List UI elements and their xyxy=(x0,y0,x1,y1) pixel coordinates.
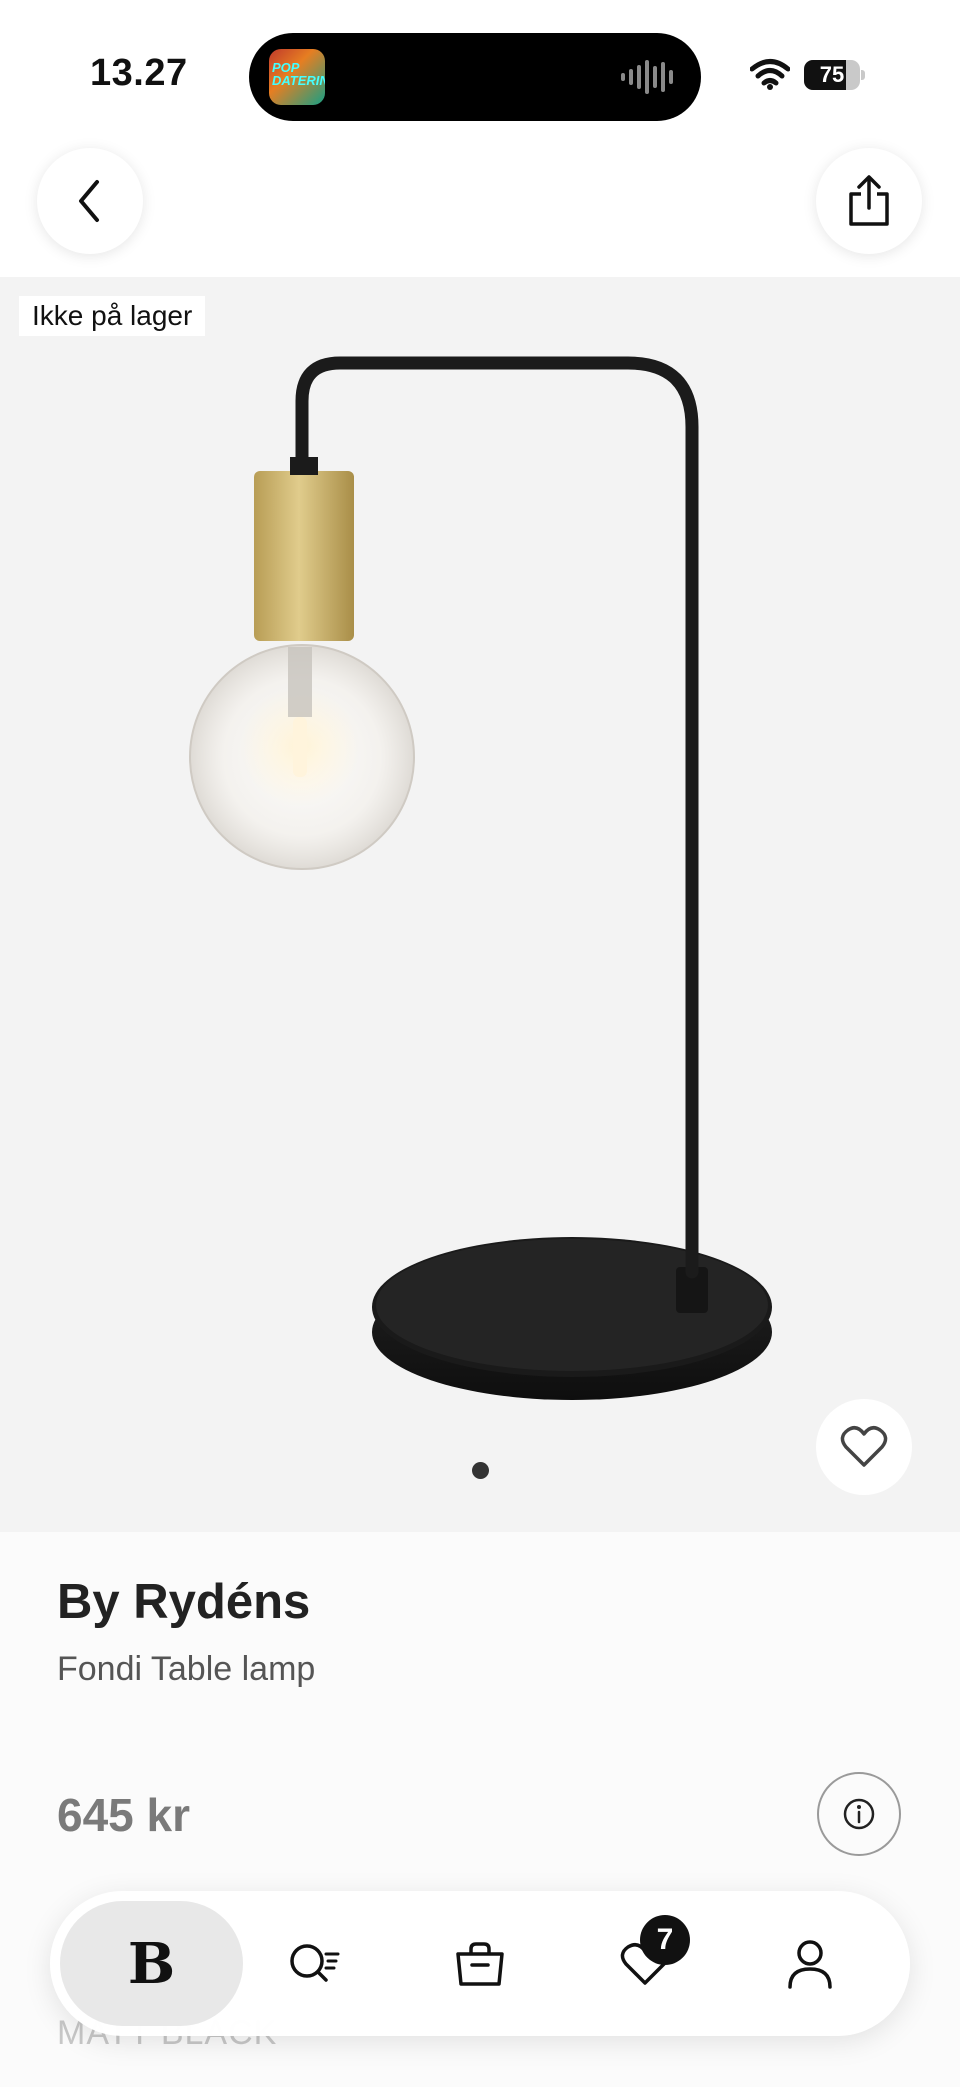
back-button[interactable] xyxy=(37,148,143,254)
bag-icon xyxy=(456,1941,504,1986)
product-image-gallery[interactable]: Ikke på lager xyxy=(0,277,960,1532)
product-price: 645 kr xyxy=(57,1789,191,1841)
pagination-dot-active[interactable] xyxy=(471,1462,489,1479)
info-icon xyxy=(843,1798,875,1830)
product-brand[interactable]: By Rydéns xyxy=(57,1574,310,1630)
nav-wishlist[interactable] xyxy=(595,1891,695,2036)
gallery-pagination xyxy=(0,1462,960,1479)
status-bar: 13.27 POP DATERIN 75 xyxy=(0,0,960,130)
nav-shopping-bag[interactable] xyxy=(430,1891,530,2036)
price-info-button[interactable] xyxy=(817,1772,901,1856)
now-playing-art-text: POP DATERIN xyxy=(272,60,325,88)
wishlist-count-badge: 7 xyxy=(640,1915,690,1965)
product-page: 13.27 POP DATERIN 75 Ikke på lager By Ry… xyxy=(0,0,960,2087)
product-name: Fondi Table lamp xyxy=(57,1650,316,1688)
chevron-left-icon xyxy=(79,180,99,222)
share-button[interactable] xyxy=(816,148,922,254)
nav-profile[interactable] xyxy=(760,1891,860,2036)
wifi-icon xyxy=(750,59,790,90)
nav-home[interactable]: B xyxy=(60,1901,243,2026)
audio-waveform-icon xyxy=(621,59,677,95)
nav-search[interactable] xyxy=(265,1891,365,2036)
bottom-navigation: B 7 xyxy=(50,1891,910,2036)
search-icon xyxy=(290,1943,340,1982)
share-icon xyxy=(849,175,889,226)
person-icon xyxy=(788,1939,832,1989)
heart-icon xyxy=(840,1426,888,1467)
top-bar xyxy=(0,130,960,277)
battery-icon: 75 xyxy=(804,60,866,90)
add-to-favorites-button[interactable] xyxy=(816,1399,912,1495)
now-playing-artwork: POP DATERIN xyxy=(269,49,325,105)
product-image xyxy=(189,356,772,1400)
stock-status-badge: Ikke på lager xyxy=(19,296,206,336)
dynamic-island[interactable]: POP DATERIN xyxy=(249,33,701,121)
status-time: 13.27 xyxy=(90,52,188,94)
home-logo-icon: B xyxy=(127,1930,176,1997)
battery-level: 75 xyxy=(819,62,845,87)
